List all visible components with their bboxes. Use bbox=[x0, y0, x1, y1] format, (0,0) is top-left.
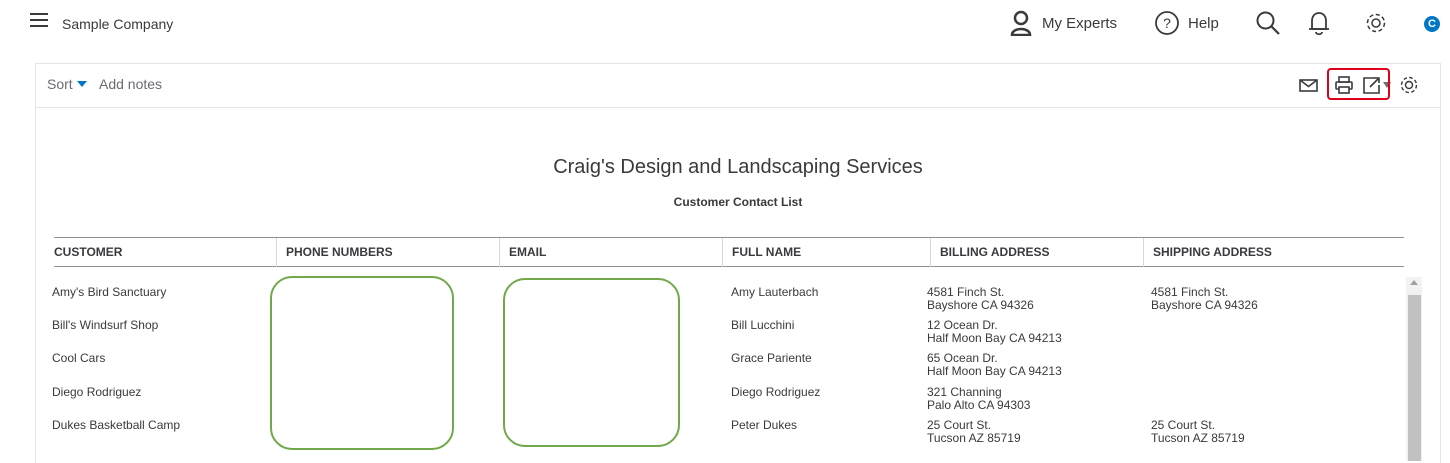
my-experts-label: My Experts bbox=[1042, 14, 1118, 32]
cell-billing-line1: 25 Court St. bbox=[927, 418, 992, 432]
my-experts-button[interactable]: My Experts bbox=[1010, 8, 1117, 38]
top-bar: Sample Company My Experts ? Help C bbox=[0, 0, 1450, 48]
caret-down-icon bbox=[76, 81, 87, 87]
email-icon[interactable] bbox=[1298, 74, 1320, 96]
avatar[interactable]: C bbox=[1424, 16, 1440, 32]
cell-billing-line1: 4581 Finch St. bbox=[927, 285, 1005, 299]
highlight-box bbox=[1327, 68, 1390, 100]
cell-full-name: Amy Lauterbach bbox=[731, 285, 819, 299]
cell-billing-line2: Bayshore CA 94326 bbox=[927, 298, 1034, 312]
bell-icon[interactable] bbox=[1308, 10, 1330, 36]
column-header-phone[interactable]: PHONE NUMBERS bbox=[276, 238, 393, 267]
report-company-title: Craig's Design and Landscaping Services bbox=[553, 156, 923, 178]
column-header-customer[interactable]: CUSTOMER bbox=[54, 245, 122, 259]
cell-full-name: Bill Lucchini bbox=[731, 318, 795, 332]
column-header-email[interactable]: EMAIL bbox=[499, 238, 546, 267]
cell-billing-line2: Tucson AZ 85719 bbox=[927, 431, 1021, 445]
sort-label: Sort bbox=[47, 76, 73, 92]
cell-billing-line1: 65 Ocean Dr. bbox=[927, 351, 998, 365]
gear-icon[interactable] bbox=[1363, 10, 1389, 36]
cell-shipping-line1: 25 Court St. bbox=[1151, 418, 1216, 432]
cell-full-name: Peter Dukes bbox=[731, 418, 798, 432]
cell-billing-line1: 12 Ocean Dr. bbox=[927, 318, 998, 332]
redaction-box-email bbox=[503, 278, 680, 447]
cell-billing-line1: 321 Channing bbox=[927, 385, 1002, 399]
cell-customer[interactable]: Cool Cars bbox=[52, 352, 105, 364]
column-header-shipping[interactable]: SHIPPING ADDRESS bbox=[1143, 238, 1272, 267]
help-button[interactable]: ? Help bbox=[1154, 8, 1219, 38]
scrollbar-thumb[interactable] bbox=[1408, 295, 1421, 461]
cell-shipping-line1: 4581 Finch St. bbox=[1151, 285, 1229, 299]
cell-shipping-line2: Tucson AZ 85719 bbox=[1151, 431, 1245, 445]
help-label: Help bbox=[1188, 14, 1219, 32]
cell-billing-line2: Palo Alto CA 94303 bbox=[927, 398, 1031, 412]
cell-customer[interactable]: Amy's Bird Sanctuary bbox=[52, 286, 166, 298]
redaction-box-phone bbox=[270, 276, 454, 450]
cell-customer[interactable]: Diego Rodriguez bbox=[52, 386, 141, 398]
search-icon[interactable] bbox=[1255, 10, 1281, 36]
cell-customer[interactable]: Bill's Windsurf Shop bbox=[52, 319, 158, 331]
cell-full-name: Diego Rodriguez bbox=[731, 385, 821, 399]
cell-full-name: Grace Pariente bbox=[731, 351, 812, 365]
settings-icon[interactable] bbox=[1398, 74, 1420, 96]
help-icon: ? bbox=[1155, 11, 1179, 35]
svg-text:?: ? bbox=[1163, 15, 1171, 31]
cell-shipping-line2: Bayshore CA 94326 bbox=[1151, 298, 1258, 312]
cell-customer[interactable]: Dukes Basketball Camp bbox=[52, 419, 180, 431]
menu-icon[interactable] bbox=[30, 13, 50, 31]
table-header: CUSTOMER PHONE NUMBERS EMAIL FULL NAME B… bbox=[54, 237, 1404, 267]
cell-billing-line2: Half Moon Bay CA 94213 bbox=[927, 331, 1062, 345]
column-header-billing[interactable]: BILLING ADDRESS bbox=[930, 238, 1050, 267]
sort-button[interactable]: Sort bbox=[47, 76, 87, 92]
cell-billing-line2: Half Moon Bay CA 94213 bbox=[927, 364, 1062, 378]
scroll-up-icon[interactable] bbox=[1410, 280, 1418, 285]
report-toolbar: Sort Add notes bbox=[36, 64, 1440, 108]
column-header-full-name[interactable]: FULL NAME bbox=[722, 238, 801, 267]
add-notes-button[interactable]: Add notes bbox=[99, 76, 162, 92]
person-icon bbox=[1010, 10, 1032, 36]
report-title: Customer Contact List bbox=[673, 195, 803, 209]
company-name: Sample Company bbox=[62, 16, 174, 32]
report-panel: Sort Add notes Craig's Design and Landsc… bbox=[35, 63, 1441, 463]
